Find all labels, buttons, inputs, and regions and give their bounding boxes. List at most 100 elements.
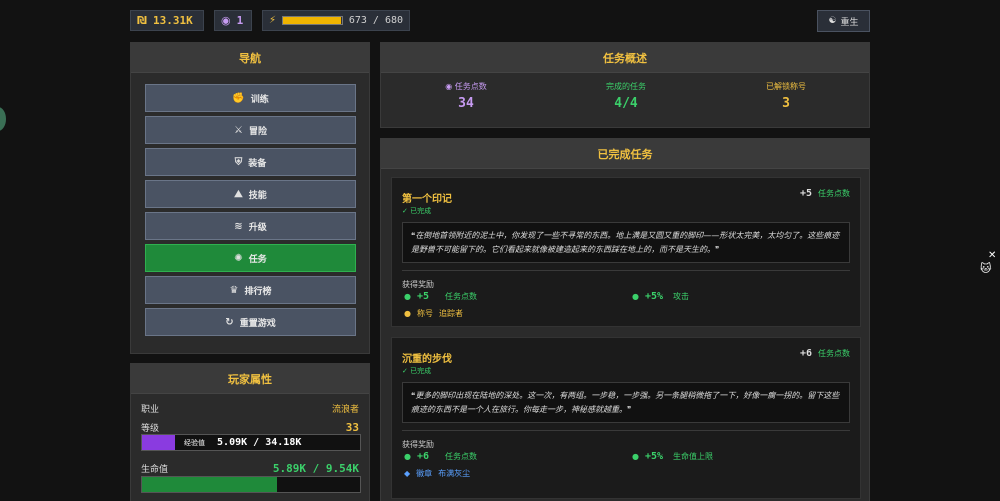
quest-points-total: 34	[458, 96, 474, 111]
quest-quote-text: 更多的脚印出现在陆地的深处。这一次，有两组。一步稳，一步强。另一条腿稍微拖了一下…	[411, 391, 840, 414]
reward-item: ● 称号 追踪者	[404, 308, 463, 319]
bullet-icon: ◆	[404, 469, 411, 478]
reward-amount: +5%	[644, 451, 664, 462]
quest-quote-text: 在倒地首领附近的泥土中，你发现了一些不寻常的东西。地上满是又圆又重的脚印——形状…	[411, 231, 840, 254]
bullet-icon: ●	[404, 309, 411, 318]
swords-icon: ⚔	[234, 124, 243, 136]
quest-name: 沉重的步伐	[402, 354, 452, 365]
quest-point-icon: ◉	[221, 14, 231, 27]
reward-item: ◆ 徽章 布满灰尘	[404, 468, 470, 479]
quest-point-icon: ◉	[445, 82, 453, 91]
nav-item-label: 装备	[248, 158, 267, 169]
cat-icon[interactable]: 🐱	[980, 262, 994, 276]
completed-quests-value: 4/4	[614, 96, 638, 111]
nav-item-label: 技能	[248, 190, 267, 201]
completed-quests-stat: 完成的任务 4/4	[546, 81, 706, 111]
nav-item-label: 冒险	[248, 126, 267, 137]
navigation-title: 导航	[131, 43, 369, 73]
reward-item: ● +5% 攻击	[632, 291, 689, 302]
quest-status: ✓ 已完成	[402, 207, 432, 215]
hp-current: 5.89K	[272, 462, 306, 475]
level-value: 33	[345, 421, 359, 434]
class-label: 职业	[141, 405, 160, 415]
reward-item: ● +5% 生命值上限	[632, 451, 713, 462]
quest-description: ❝更多的脚印出现在陆地的深处。这一次，有两组。一步稳，一步强。另一条腿稍微拖了一…	[402, 382, 850, 423]
divider	[402, 430, 850, 431]
xp-text: 经验值 5.09K / 34.18K	[184, 437, 301, 448]
reward-label: 任务点数	[444, 292, 477, 301]
quest-points-label: 任务点数	[818, 349, 850, 358]
quest-points-label: 任务点数	[818, 189, 850, 198]
quest-points-amount: +6	[799, 348, 812, 359]
nav-item-upgrade[interactable]: ≋ 升级	[145, 212, 356, 240]
reward-amount: 称号	[416, 309, 433, 318]
nav-item-quests[interactable]: ✺ 任务	[145, 244, 356, 272]
unlocked-titles-value: 3	[782, 96, 790, 111]
nav-item-leaderboard[interactable]: ♛ 排行榜	[145, 276, 356, 304]
xp-bar: 经验值 5.09K / 34.18K	[141, 434, 361, 451]
close-icon[interactable]: ✕	[988, 250, 996, 261]
bullet-icon: ●	[632, 452, 639, 461]
navigation-panel: 导航 ✊ 训练 ⚔ 冒险 ⛨ 装备 ⛰ 技能 ≋ 升级 ✺ 任务 ♛ 排行榜 ↻…	[130, 42, 370, 354]
quest-status: ✓ 已完成	[402, 367, 432, 375]
rebirth-button[interactable]: ☯ 重生	[817, 10, 870, 32]
xp-label: 经验值	[184, 439, 205, 447]
energy-bar-fill	[283, 17, 342, 24]
rebirth-label: 重生	[840, 17, 859, 28]
gold-icon: ₪	[137, 14, 147, 27]
quest-points-counter: ◉ 1	[214, 10, 252, 31]
nav-item-train[interactable]: ✊ 训练	[145, 84, 356, 112]
gold-value: 13.31K	[152, 14, 193, 27]
quest-points-label: ◉ 任务点数	[386, 81, 546, 92]
player-stats-title: 玩家属性	[131, 364, 369, 394]
gold-counter: ₪ 13.31K	[130, 10, 204, 31]
bullet-icon: ●	[632, 292, 639, 301]
bullet-icon: ●	[404, 292, 411, 301]
hp-bar-fill	[142, 477, 278, 492]
quest-points-stat: ◉ 任务点数 34	[386, 81, 546, 111]
energy-max: 680	[384, 15, 403, 26]
nav-item-adventure[interactable]: ⚔ 冒险	[145, 116, 356, 144]
nav-item-label: 训练	[250, 94, 269, 105]
xp-current: 5.09K	[217, 437, 248, 448]
reward-label: 攻击	[672, 292, 689, 301]
reward-amount: +5%	[644, 291, 664, 302]
reset-icon: ↻	[225, 316, 234, 328]
quest-overview-title: 任务概述	[381, 43, 869, 73]
yin-yang-icon: ☯	[828, 16, 837, 26]
nav-item-label: 任务	[248, 254, 267, 265]
divider	[402, 270, 850, 271]
trophy-icon: ♛	[229, 284, 239, 296]
reward-label: 生命值上限	[672, 452, 713, 461]
nav-item-reset[interactable]: ↻ 重置游戏	[145, 308, 356, 336]
xp-separator: /	[253, 437, 260, 448]
quest-card: 第一个印记 ✓ 已完成 +5 任务点数 ❝在倒地首领附近的泥土中，你发现了一些不寻…	[391, 177, 861, 327]
nav-item-skills[interactable]: ⛰ 技能	[145, 180, 356, 208]
xp-bar-fill	[142, 435, 175, 450]
quest-points-reward: +6 任务点数	[800, 348, 850, 359]
reward-item: ● +6 任务点数	[404, 451, 477, 462]
rewards-label: 获得奖励	[402, 280, 434, 289]
nav-item-label: 重置游戏	[239, 318, 276, 329]
quest-points-amount: +5	[799, 188, 812, 199]
quest-overview-panel: 任务概述 ◉ 任务点数 34 完成的任务 4/4 已解锁称号 3	[380, 42, 870, 128]
quest-points-reward: +5 任务点数	[800, 188, 850, 199]
side-tab[interactable]	[0, 107, 6, 131]
quest-icon: ✺	[234, 252, 243, 264]
hp-separator: /	[312, 462, 320, 475]
completed-quests-panel: 已完成任务 第一个印记 ✓ 已完成 +5 任务点数 ❝在倒地首领附近的泥土中，你发…	[380, 138, 870, 501]
player-stats-panel: 玩家属性 职业 流浪者 等级 33 经验值 5.09K / 34.18K 生命值…	[130, 363, 370, 501]
hp-value: 5.89K / 9.54K	[273, 462, 359, 475]
hp-max: 9.54K	[325, 462, 359, 475]
nav-item-equipment[interactable]: ⛨ 装备	[145, 148, 356, 176]
reward-label: 布满灰尘	[438, 469, 471, 478]
completed-quests-label: 完成的任务	[606, 82, 646, 91]
level-label: 等级	[141, 424, 160, 434]
energy-separator: /	[372, 15, 379, 26]
class-row: 职业 流浪者	[141, 402, 359, 415]
hp-row: 生命值 5.89K / 9.54K	[141, 462, 359, 475]
quest-points-label-text: 任务点数	[454, 82, 487, 91]
reward-amount: 徽章	[416, 469, 433, 478]
reward-amount: +5	[416, 291, 430, 302]
nav-item-label: 排行榜	[244, 286, 272, 297]
